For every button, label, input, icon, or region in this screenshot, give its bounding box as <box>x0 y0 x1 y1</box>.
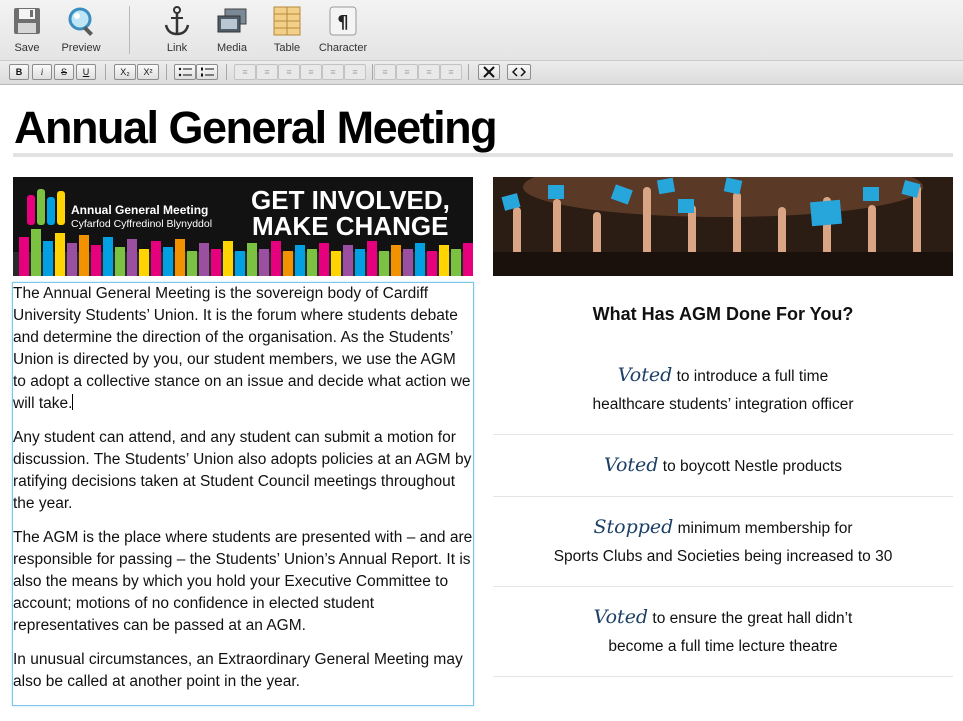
editor-toolbar: Save Preview Link Media Table ¶ Characte… <box>0 0 963 61</box>
achievement-verb: Voted <box>604 454 659 476</box>
numbered-list-button[interactable] <box>196 64 218 80</box>
format-divider <box>372 64 373 80</box>
achievement-item: Voted to boycott Nestle products <box>493 451 953 481</box>
save-label: Save <box>14 42 40 54</box>
floppy-disk-icon <box>10 4 44 38</box>
pilcrow-icon: ¶ <box>326 4 360 38</box>
format-divider <box>468 64 469 80</box>
save-button[interactable]: Save <box>8 4 46 54</box>
block-left-icon[interactable]: ≡ <box>374 64 396 80</box>
align-justify-icon[interactable]: ≡ <box>300 64 322 80</box>
block-top-icon[interactable]: ≡ <box>418 64 440 80</box>
link-button[interactable]: Link <box>160 4 194 54</box>
achievement-line1: to boycott Nestle products <box>662 458 842 475</box>
align-center-icon[interactable]: ≡ <box>256 64 278 80</box>
character-label: Character <box>318 42 368 54</box>
media-button[interactable]: Media <box>213 4 251 54</box>
media-label: Media <box>217 42 247 54</box>
divider <box>493 586 953 587</box>
numbered-list-icon <box>201 67 214 77</box>
italic-button[interactable]: i <box>32 64 52 80</box>
subscript-button[interactable]: X₂ <box>114 64 136 80</box>
format-divider <box>226 64 227 80</box>
format-divider <box>166 64 167 80</box>
achievement-line2: Sports Clubs and Societies being increas… <box>553 548 893 565</box>
article-paragraph-1[interactable]: The Annual General Meeting is the sovere… <box>13 283 473 415</box>
table-icon <box>270 4 304 38</box>
toolbar-divider <box>129 6 130 54</box>
sidebar-heading: What Has AGM Done For You? <box>592 304 854 324</box>
article-paragraph-4[interactable]: In unusual circumstances, an Extraordina… <box>13 649 473 693</box>
agm-banner-image[interactable]: Annual General Meeting Cyfarfod Cyffredi… <box>13 177 473 276</box>
achievement-line2: healthcare students’ integration officer <box>592 396 854 413</box>
source-code-button[interactable] <box>507 64 531 80</box>
divider <box>493 434 953 435</box>
bullet-list-icon <box>178 67 192 77</box>
achievement-item: Voted to ensure the great hall didn’t be… <box>493 603 953 661</box>
article-paragraph-2[interactable]: Any student can attend, and any student … <box>13 427 473 515</box>
achievement-line1: to introduce a full time <box>676 368 829 385</box>
achievement-verb: Voted <box>593 606 649 628</box>
strikethrough-button[interactable]: S <box>54 64 74 80</box>
bold-button[interactable]: B <box>9 64 29 80</box>
indent-icon[interactable]: ≡ <box>322 64 344 80</box>
preview-button[interactable]: Preview <box>60 4 102 54</box>
block-bottom-icon[interactable]: ≡ <box>440 64 462 80</box>
title-underline <box>13 153 953 157</box>
article-paragraph-1-text: The Annual General Meeting is the sovere… <box>13 285 471 412</box>
bullet-list-button[interactable] <box>174 64 196 80</box>
align-right-icon[interactable]: ≡ <box>278 64 300 80</box>
svg-text:¶: ¶ <box>337 12 348 33</box>
magnifier-icon <box>64 4 98 38</box>
raised-hands-graphic: Annual General Meeting Cyfarfod Cyffredi… <box>13 177 473 276</box>
page-title: Annual General Meeting <box>14 102 498 153</box>
achievement-line1: to ensure the great hall didn’t <box>652 610 853 627</box>
banner-title: Annual General Meeting <box>71 203 208 217</box>
achievement-verb: Stopped <box>593 516 674 538</box>
block-right-icon[interactable]: ≡ <box>396 64 418 80</box>
formatting-bar: B i S U X₂ X² ≡ ≡ ≡ ≡ ≡ ≡ ≡ ≡ ≡ ≡ <box>0 61 963 85</box>
underline-button[interactable]: U <box>76 64 96 80</box>
text-cursor <box>72 394 74 410</box>
banner-slogan-line2: MAKE CHANGE <box>252 211 448 241</box>
anchor-icon <box>160 4 194 38</box>
table-label: Table <box>273 42 301 54</box>
outdent-icon[interactable]: ≡ <box>344 64 366 80</box>
achievement-line1: minimum membership for <box>677 520 853 537</box>
achievement-line2: become a full time lecture theatre <box>608 638 838 655</box>
voting-cards-photo[interactable] <box>493 177 953 276</box>
link-label: Link <box>166 42 188 54</box>
format-divider <box>105 64 106 80</box>
preview-label: Preview <box>61 42 101 54</box>
achievement-item: Stopped minimum membership for Sports Cl… <box>493 513 953 571</box>
divider <box>493 676 953 677</box>
article-paragraph-3[interactable]: The AGM is the place where students are … <box>13 527 473 637</box>
remove-format-button[interactable] <box>478 64 500 80</box>
align-left-icon[interactable]: ≡ <box>234 64 256 80</box>
table-button[interactable]: Table <box>270 4 304 54</box>
crowd-voting-graphic <box>493 177 953 276</box>
character-button[interactable]: ¶ Character <box>316 4 370 54</box>
banner-subtitle: Cyfarfod Cyffredinol Blynyddol <box>71 218 212 230</box>
divider <box>493 496 953 497</box>
close-icon <box>483 66 495 78</box>
media-icon <box>215 4 249 38</box>
achievement-item: Voted to introduce a full time healthcar… <box>493 361 953 419</box>
superscript-button[interactable]: X² <box>137 64 159 80</box>
achievement-verb: Voted <box>617 364 673 386</box>
code-icon <box>512 67 526 77</box>
